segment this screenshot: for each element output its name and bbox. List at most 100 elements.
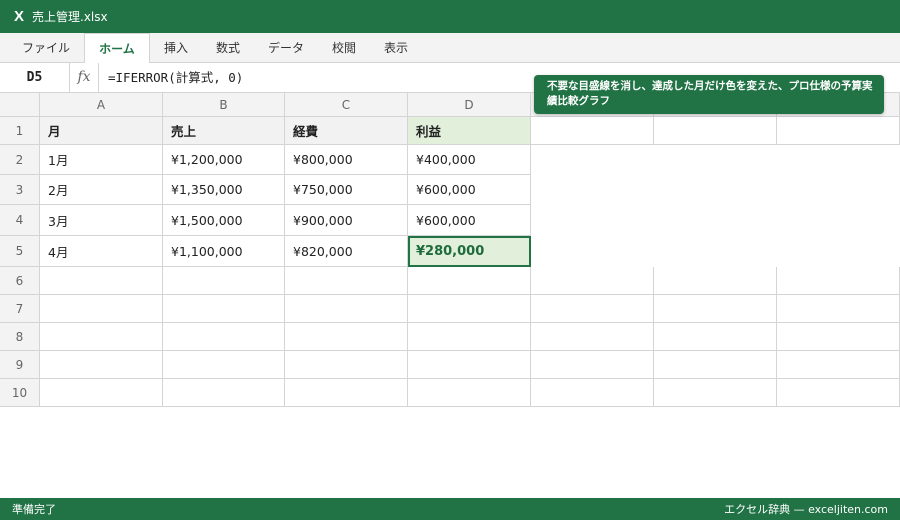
empty-cell[interactable]: [777, 236, 900, 267]
table-cell[interactable]: ¥400,000: [408, 145, 531, 175]
empty-cell[interactable]: [531, 379, 654, 407]
column-header-c[interactable]: C: [285, 93, 408, 117]
empty-cell[interactable]: [285, 295, 408, 323]
empty-cell[interactable]: [654, 267, 777, 295]
empty-cell[interactable]: [163, 267, 285, 295]
row-header-8[interactable]: 8: [0, 323, 40, 351]
empty-cell[interactable]: [654, 295, 777, 323]
empty-cell[interactable]: [285, 351, 408, 379]
column-header-d[interactable]: D: [408, 93, 531, 117]
table-cell[interactable]: ¥750,000: [285, 175, 408, 205]
empty-cell[interactable]: [654, 145, 777, 175]
empty-cell[interactable]: [531, 175, 654, 205]
table-cell[interactable]: 1月: [40, 145, 163, 175]
table-header-cell[interactable]: 月: [40, 117, 163, 145]
column-header-b[interactable]: B: [163, 93, 285, 117]
tab-file[interactable]: ファイル: [10, 33, 82, 63]
table-header-cell[interactable]: 売上: [163, 117, 285, 145]
empty-cell[interactable]: [408, 379, 531, 407]
empty-cell[interactable]: [531, 236, 654, 267]
empty-cell[interactable]: [531, 351, 654, 379]
empty-cell[interactable]: [531, 267, 654, 295]
empty-cell[interactable]: [777, 117, 900, 145]
empty-cell[interactable]: [531, 295, 654, 323]
empty-cell[interactable]: [777, 205, 900, 236]
table-cell[interactable]: ¥800,000: [285, 145, 408, 175]
callout-banner: 不要な目盛線を消し、達成した月だけ色を変えた、プロ仕様の予算実績比較グラフ: [534, 75, 884, 114]
row-header-6[interactable]: 6: [0, 267, 40, 295]
tab-formulas[interactable]: 数式: [204, 33, 252, 63]
table-cell[interactable]: 4月: [40, 236, 163, 267]
excel-logo-icon: X: [14, 8, 25, 25]
name-box[interactable]: D5: [0, 63, 70, 92]
tab-data[interactable]: データ: [256, 33, 316, 63]
empty-cell[interactable]: [285, 379, 408, 407]
title-bar: X 売上管理.xlsx: [0, 0, 900, 33]
row-header-3[interactable]: 3: [0, 175, 40, 205]
column-header-a[interactable]: A: [40, 93, 163, 117]
tab-view[interactable]: 表示: [372, 33, 420, 63]
tab-review[interactable]: 校閲: [320, 33, 368, 63]
empty-cell[interactable]: [777, 295, 900, 323]
tab-insert[interactable]: 挿入: [152, 33, 200, 63]
empty-cell[interactable]: [408, 295, 531, 323]
empty-cell[interactable]: [163, 295, 285, 323]
row-header-7[interactable]: 7: [0, 295, 40, 323]
empty-cell[interactable]: [654, 205, 777, 236]
empty-cell[interactable]: [40, 295, 163, 323]
empty-cell[interactable]: [163, 351, 285, 379]
table-cell[interactable]: 3月: [40, 205, 163, 236]
table-header-cell[interactable]: 経費: [285, 117, 408, 145]
empty-cell[interactable]: [777, 145, 900, 175]
empty-cell[interactable]: [408, 351, 531, 379]
table-cell[interactable]: ¥600,000: [408, 205, 531, 236]
empty-cell[interactable]: [531, 145, 654, 175]
empty-cell[interactable]: [654, 351, 777, 379]
table-cell[interactable]: ¥600,000: [408, 175, 531, 205]
table-cell[interactable]: ¥900,000: [285, 205, 408, 236]
select-all-corner[interactable]: [0, 93, 40, 117]
empty-cell[interactable]: [408, 267, 531, 295]
table-cell[interactable]: 2月: [40, 175, 163, 205]
empty-cell[interactable]: [777, 175, 900, 205]
row-header-5[interactable]: 5: [0, 236, 40, 267]
empty-cell[interactable]: [531, 205, 654, 236]
empty-cell[interactable]: [285, 267, 408, 295]
empty-cell[interactable]: [40, 323, 163, 351]
empty-cell[interactable]: [777, 267, 900, 295]
fx-icon[interactable]: fx: [70, 63, 99, 92]
empty-cell[interactable]: [531, 117, 654, 145]
table-cell[interactable]: ¥1,200,000: [163, 145, 285, 175]
table-cell[interactable]: ¥1,500,000: [163, 205, 285, 236]
row-header-1[interactable]: 1: [0, 117, 40, 145]
empty-cell[interactable]: [777, 351, 900, 379]
row-header-9[interactable]: 9: [0, 351, 40, 379]
empty-cell[interactable]: [531, 323, 654, 351]
status-bar: 準備完了 エクセル辞典 — exceljiten.com: [0, 498, 900, 520]
empty-cell[interactable]: [654, 323, 777, 351]
formula-input[interactable]: =IFERROR(計算式, 0): [108, 63, 243, 92]
empty-cell[interactable]: [163, 379, 285, 407]
table-cell[interactable]: ¥1,100,000: [163, 236, 285, 267]
row-header-4[interactable]: 4: [0, 205, 40, 236]
window-title: 売上管理.xlsx: [32, 10, 108, 24]
empty-cell[interactable]: [777, 379, 900, 407]
table-cell[interactable]: ¥1,350,000: [163, 175, 285, 205]
empty-cell[interactable]: [654, 175, 777, 205]
table-header-cell[interactable]: 利益: [408, 117, 531, 145]
empty-cell[interactable]: [654, 379, 777, 407]
row-header-2[interactable]: 2: [0, 145, 40, 175]
empty-cell[interactable]: [285, 323, 408, 351]
table-cell[interactable]: ¥820,000: [285, 236, 408, 267]
empty-cell[interactable]: [163, 323, 285, 351]
empty-cell[interactable]: [654, 236, 777, 267]
empty-cell[interactable]: [777, 323, 900, 351]
empty-cell[interactable]: [40, 379, 163, 407]
empty-cell[interactable]: [408, 323, 531, 351]
tab-home[interactable]: ホーム: [84, 33, 150, 64]
empty-cell[interactable]: [654, 117, 777, 145]
selected-cell[interactable]: ¥280,000: [408, 236, 531, 267]
empty-cell[interactable]: [40, 267, 163, 295]
empty-cell[interactable]: [40, 351, 163, 379]
row-header-10[interactable]: 10: [0, 379, 40, 407]
